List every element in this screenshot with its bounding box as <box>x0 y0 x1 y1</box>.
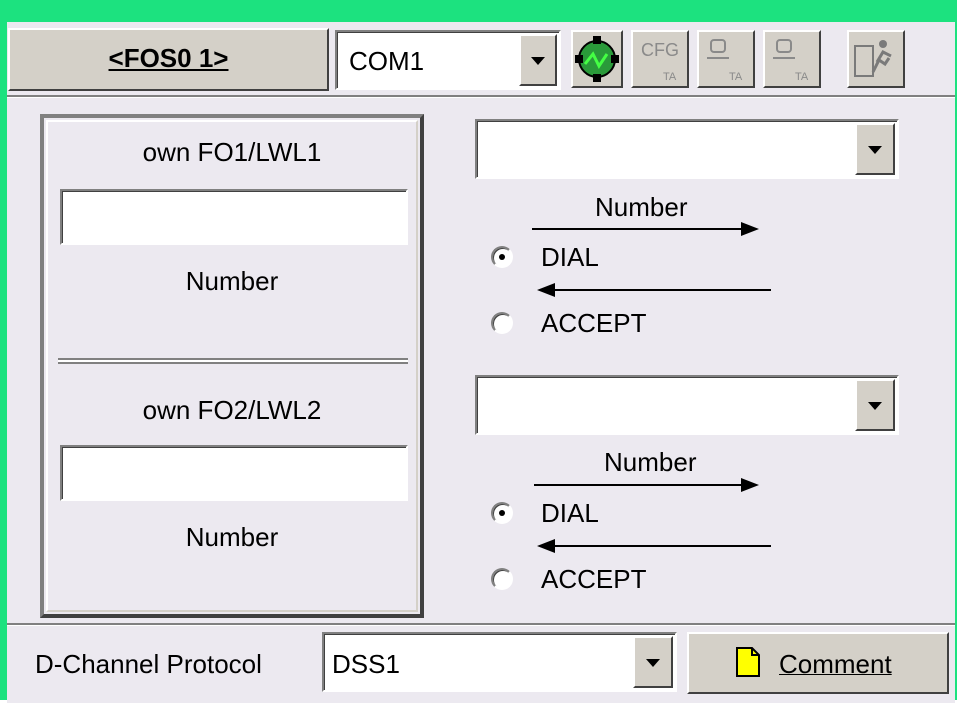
line1-accept-label[interactable]: ACCEPT <box>541 310 646 336</box>
port-dropdown-button[interactable] <box>519 34 557 86</box>
svg-text:TA: TA <box>663 71 677 83</box>
cfg-ta-icon: CFG TA <box>641 40 679 83</box>
svg-text:TA: TA <box>729 71 743 83</box>
cfg-ta-button[interactable]: CFG TA <box>631 30 689 88</box>
protocol-dropdown-button[interactable] <box>633 636 673 688</box>
line2-dial-radio[interactable] <box>491 502 513 524</box>
line2-dial-arrowhead <box>741 478 759 492</box>
device-button-label: <FOS0 1> <box>108 43 229 73</box>
fo2-number-field[interactable] <box>60 445 408 501</box>
protocol-select[interactable]: DSS1 <box>322 632 677 692</box>
ta-user-2-button[interactable]: TA <box>763 30 821 88</box>
connect-button[interactable] <box>571 30 623 88</box>
line1-dial-radio[interactable] <box>491 246 513 268</box>
port-select-value: COM1 <box>349 46 425 76</box>
fo1-number-label: Number <box>185 266 279 296</box>
group-divider <box>58 358 408 364</box>
fo1-title: own FO1/LWL1 <box>142 137 322 167</box>
protocol-label: D-Channel Protocol <box>35 649 262 679</box>
line2-dial-label[interactable]: DIAL <box>541 500 599 526</box>
exit-runner-icon <box>854 40 892 77</box>
comment-button-label: Comment <box>779 649 892 679</box>
line2-dropdown-button[interactable] <box>855 379 895 431</box>
port-select[interactable]: COM1 <box>335 30 561 90</box>
comment-button[interactable]: Comment <box>687 632 949 694</box>
line1-accept-radio[interactable] <box>491 312 513 334</box>
line1-accept-arrow <box>541 289 771 291</box>
exit-button[interactable] <box>847 30 905 88</box>
line1-dial-label[interactable]: DIAL <box>541 244 599 270</box>
line1-dial-arrow <box>532 228 747 230</box>
ta-user-button[interactable]: TA <box>697 30 755 88</box>
config-panel: <FOS0 1> COM1 CFG TA TA TA own FO1/LWL1 … <box>7 22 955 703</box>
fo1-number-field[interactable] <box>60 189 408 245</box>
connection-icon <box>575 36 619 82</box>
protocol-select-value: DSS1 <box>332 649 400 679</box>
ta-user-icon: TA <box>707 39 743 83</box>
line2-number-label: Number <box>604 447 697 477</box>
line2-accept-arrowhead <box>537 539 555 553</box>
toolbar-divider <box>7 95 955 98</box>
line1-dial-arrowhead <box>741 222 759 236</box>
fo2-title: own FO2/LWL2 <box>142 395 322 425</box>
line2-dropdown[interactable] <box>475 375 899 435</box>
device-button[interactable]: <FOS0 1> <box>8 28 329 91</box>
line1-dropdown-button[interactable] <box>855 123 895 175</box>
footer-divider <box>7 623 955 626</box>
svg-text:TA: TA <box>795 71 809 83</box>
document-icon <box>736 647 760 677</box>
own-fo-group: own FO1/LWL1 Number own FO2/LWL2 Number <box>40 114 424 618</box>
svg-text:CFG: CFG <box>641 40 679 60</box>
line2-dial-arrow <box>534 484 747 486</box>
ta-user-2-icon: TA <box>773 39 809 83</box>
line1-dropdown[interactable] <box>475 119 899 179</box>
line1-accept-arrowhead <box>537 283 555 297</box>
line2-accept-arrow <box>541 545 771 547</box>
line1-number-label: Number <box>595 192 688 222</box>
line2-accept-label[interactable]: ACCEPT <box>541 566 646 592</box>
fo2-number-label: Number <box>185 522 279 552</box>
line2-accept-radio[interactable] <box>491 568 513 590</box>
